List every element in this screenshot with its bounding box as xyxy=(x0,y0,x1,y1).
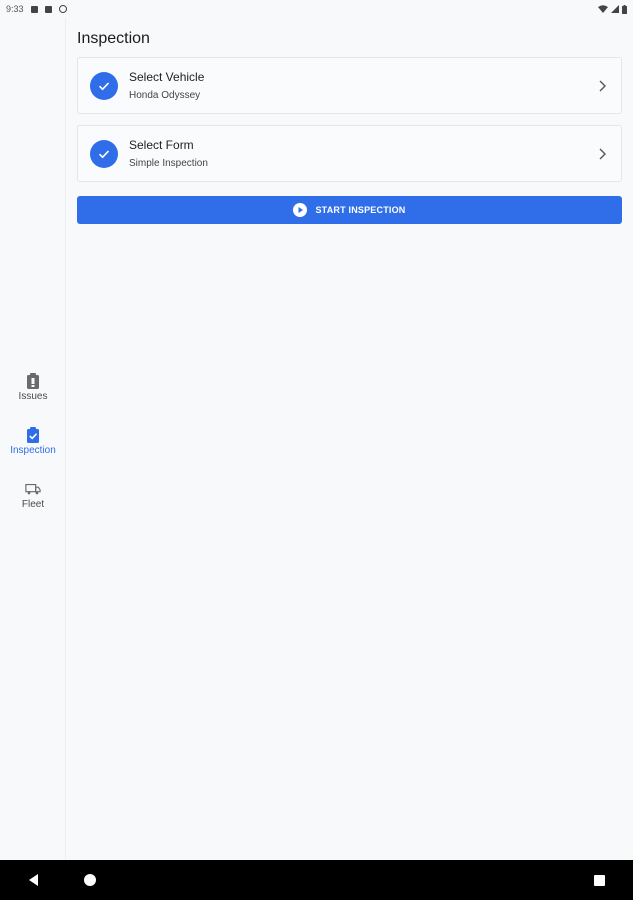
select-form-card[interactable]: Select Form Simple Inspection xyxy=(77,125,622,182)
navigation-rail: Issues Inspection Fleet xyxy=(0,18,66,860)
nav-item-inspection[interactable]: Inspection xyxy=(0,427,66,456)
card-title: Select Vehicle xyxy=(129,70,205,84)
check-circle-icon xyxy=(90,71,118,100)
nav-item-fleet[interactable]: Fleet xyxy=(0,481,66,510)
card-subtitle: Simple Inspection xyxy=(129,158,208,169)
clipboard-icon xyxy=(25,373,41,389)
nav-label-inspection: Inspection xyxy=(10,445,56,456)
status-right xyxy=(598,4,627,14)
status-bar: 9:33 xyxy=(0,0,633,18)
notification-icon xyxy=(30,5,38,13)
wifi-icon xyxy=(598,5,608,13)
check-circle-icon xyxy=(90,139,118,168)
signal-icon xyxy=(611,5,619,13)
back-icon[interactable] xyxy=(28,874,40,886)
page-title: Inspection xyxy=(77,30,150,47)
start-inspection-button[interactable]: START INSPECTION xyxy=(77,196,622,224)
nav-label-issues: Issues xyxy=(18,391,48,402)
status-time: 9:33 xyxy=(6,4,24,14)
chevron-right-icon xyxy=(599,80,606,92)
sync-icon xyxy=(58,5,67,13)
nav-label-fleet: Fleet xyxy=(21,499,45,510)
status-left: 9:33 xyxy=(6,4,67,14)
select-vehicle-card[interactable]: Select Vehicle Honda Odyssey xyxy=(77,57,622,114)
recents-icon[interactable] xyxy=(594,875,605,886)
sim-icon xyxy=(44,5,52,13)
play-circle-icon xyxy=(293,203,308,217)
start-inspection-label: START INSPECTION xyxy=(315,205,406,215)
nav-item-issues[interactable]: Issues xyxy=(0,373,66,402)
app-screen: 9:33 Issues Inspection Fleet Inspection … xyxy=(0,0,633,900)
card-title: Select Form xyxy=(129,138,194,152)
truck-icon xyxy=(25,481,41,497)
chevron-right-icon xyxy=(599,148,606,160)
home-icon[interactable] xyxy=(84,874,96,886)
card-text: Select Form Simple Inspection xyxy=(129,137,208,170)
card-text: Select Vehicle Honda Odyssey xyxy=(129,69,204,102)
card-subtitle: Honda Odyssey xyxy=(129,90,201,101)
clipboard-check-icon xyxy=(25,427,41,443)
battery-icon xyxy=(622,4,627,14)
android-navigation-bar xyxy=(0,860,633,900)
main-content: Inspection Select Vehicle Honda Odyssey … xyxy=(77,18,622,224)
